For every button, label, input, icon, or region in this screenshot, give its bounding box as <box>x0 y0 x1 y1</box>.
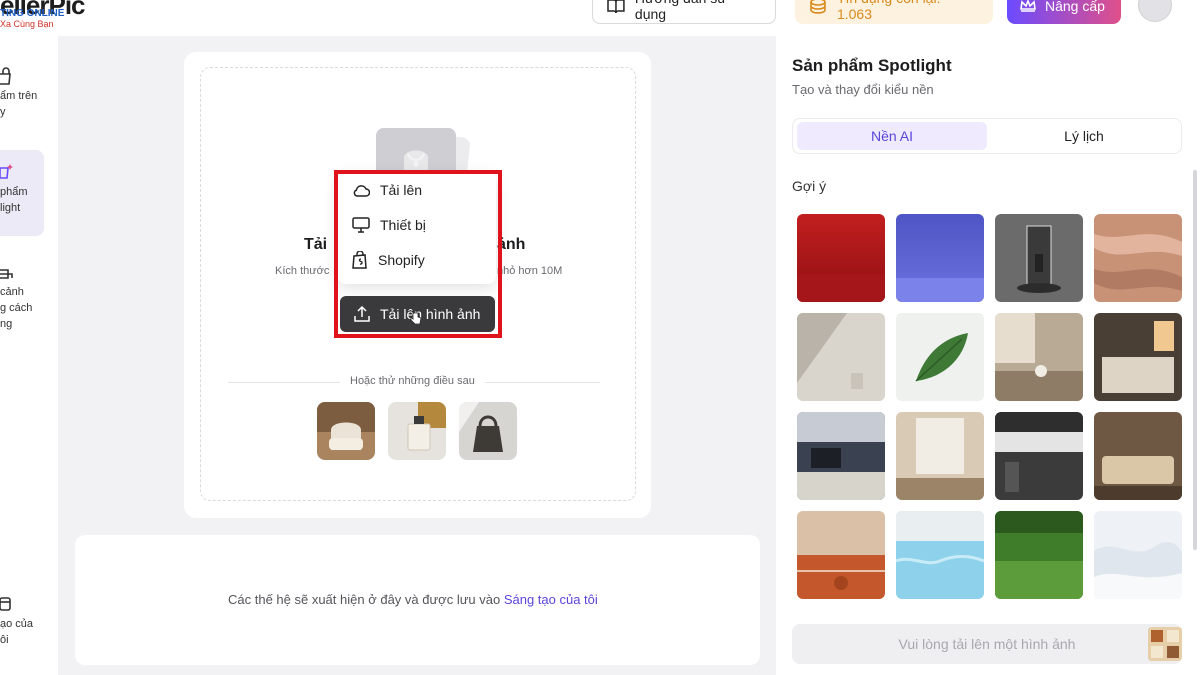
panel-scrollbar[interactable] <box>1193 170 1197 550</box>
sidebar-item-label: cảnh g cách ng <box>0 286 33 330</box>
bag-icon <box>0 67 11 85</box>
box-icon <box>0 597 11 611</box>
panel-subtitle: Tạo và thay đổi kiểu nền <box>792 82 934 97</box>
generations-hint: Các thế hệ sẽ xuất hiện ở đây và được lư… <box>228 592 598 607</box>
crown-icon <box>1020 0 1036 12</box>
sample-image-bag[interactable] <box>459 402 517 460</box>
bg-thumb-grass[interactable] <box>995 511 1083 599</box>
sample-image-chair[interactable] <box>317 402 375 460</box>
book-icon <box>607 0 625 14</box>
tab-ai-background[interactable]: Nền AI <box>797 122 987 150</box>
bg-thumb-red[interactable] <box>797 214 885 302</box>
suggestions-label: Gợi ý <box>792 178 827 194</box>
bg-thumb-living-room[interactable] <box>1094 412 1182 500</box>
guide-label: Hướng dẫn sử dụng <box>634 0 727 22</box>
highlight-frame <box>334 170 502 338</box>
bg-thumb-shadow-wall[interactable] <box>797 313 885 401</box>
top-bar: ellerPic TING ONLINE Xa Cùng Bạn Hướng d… <box>0 0 1200 36</box>
upgrade-button[interactable]: Nâng cấp <box>1007 0 1121 24</box>
upload-size-hint-end: nhỏ hơn 10M <box>497 265 563 277</box>
avatar[interactable] <box>1138 0 1172 22</box>
bg-thumb-leaf[interactable] <box>896 313 984 401</box>
coin-icon <box>810 0 826 14</box>
upgrade-label: Nâng cấp <box>1045 0 1105 14</box>
panel-title: Sản phẩm Spotlight <box>792 56 952 75</box>
bg-thumb-tea-table[interactable] <box>995 313 1083 401</box>
bg-thumb-display-case[interactable] <box>995 214 1083 302</box>
sidebar: ẩm trên y phẩm light cảnh g cách ng ạo c… <box>0 36 58 675</box>
bg-thumb-window-room[interactable] <box>896 412 984 500</box>
tab-history[interactable]: Lý lịch <box>989 122 1179 150</box>
credit-label: Tín dụng còn lại: 1.063 <box>836 0 941 22</box>
sidebar-item-1[interactable]: ẩm trên y <box>0 66 44 120</box>
spotlight-icon <box>0 164 13 179</box>
generations-hint-text: Các thế hệ sẽ xuất hiện ở đây và được lư… <box>228 592 504 607</box>
sidebar-item-label: ạo của ôi <box>0 618 34 646</box>
background-tabs: Nền AI Lý lịch <box>792 118 1182 154</box>
bg-thumb-silk[interactable] <box>1094 214 1182 302</box>
logo-subline-2: Xa Cùng Bạn <box>0 19 54 29</box>
bg-thumb-snow[interactable] <box>1094 511 1182 599</box>
sample-image-perfume[interactable] <box>388 402 446 460</box>
my-creations-link[interactable]: Sáng tạo của tôi <box>504 592 598 607</box>
or-try-label: Hoặc thử những điều sau <box>340 375 485 387</box>
logo: ellerPic TING ONLINE Xa Cùng Bạn <box>0 0 86 29</box>
preview-thumbnail[interactable] <box>1148 627 1182 661</box>
bg-thumb-pool[interactable] <box>896 511 984 599</box>
sidebar-item-label: ẩm trên y <box>0 90 38 118</box>
bg-thumb-bedroom[interactable] <box>1094 313 1182 401</box>
bg-thumb-office[interactable] <box>797 412 885 500</box>
guide-button[interactable]: Hướng dẫn sử dụng <box>592 0 776 24</box>
sidebar-item-spotlight[interactable]: phẩm light <box>0 150 44 236</box>
upload-title: Tải <box>304 236 328 253</box>
credit-button[interactable]: Tín dụng còn lại: 1.063 <box>795 0 993 24</box>
logo-subline-1: TING ONLINE <box>0 8 65 19</box>
generate-button[interactable]: Vui lòng tải lên một hình ảnh <box>792 624 1182 664</box>
bg-thumb-court[interactable] <box>797 511 885 599</box>
sidebar-item-my-creations[interactable]: ạo của ôi <box>0 594 44 648</box>
bg-thumb-blue[interactable] <box>896 214 984 302</box>
sofa-icon <box>0 269 13 279</box>
bg-thumb-kitchen[interactable] <box>995 412 1083 500</box>
sidebar-item-label: phẩm light <box>0 186 28 214</box>
upload-size-hint: Kích thước <box>275 265 330 277</box>
sidebar-item-3[interactable]: cảnh g cách ng <box>0 262 44 332</box>
